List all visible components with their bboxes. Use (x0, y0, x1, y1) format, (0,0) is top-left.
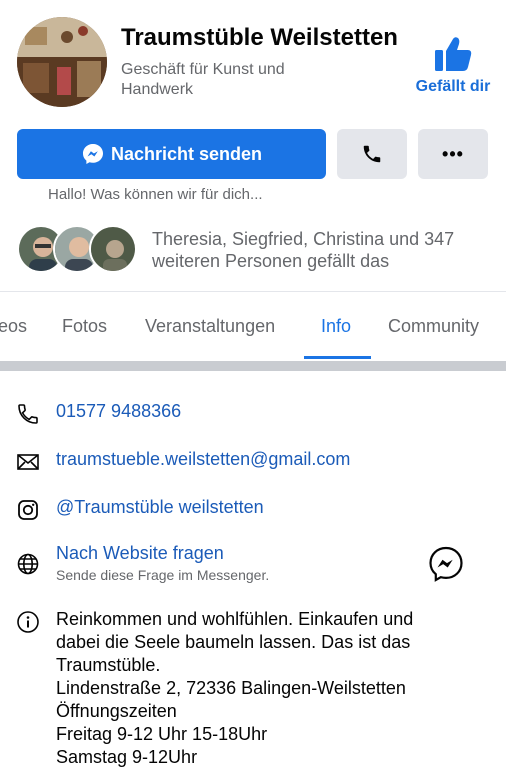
phone-icon (18, 404, 38, 424)
section-separator (0, 361, 506, 371)
messenger-icon (82, 144, 103, 164)
tab-photos[interactable]: Fotos (62, 316, 107, 337)
send-message-label: Nachricht senden (110, 143, 263, 164)
ask-website-hint: Sende diese Frage im Messenger. (56, 567, 270, 583)
messenger-icon[interactable] (428, 546, 464, 582)
hours-line: Freitag 9-12 Uhr 15-18Uhr (56, 724, 268, 744)
divider (0, 291, 506, 292)
page-category: Geschäft für Kunst und Handwerk (121, 61, 285, 98)
phone-icon (363, 145, 381, 163)
globe-icon (17, 553, 39, 575)
page-header: Traumstüble Weilstetten Geschäft für Kun… (0, 0, 506, 120)
send-message-button[interactable]: Nachricht senden (17, 129, 326, 179)
tab-community[interactable]: Community (388, 316, 479, 337)
like-label: Gefällt dir (415, 78, 491, 95)
like-button[interactable]: Gefällt dir (410, 36, 496, 96)
ask-website-link[interactable]: Nach Website fragen (56, 543, 224, 564)
about-line: dabei die Seele baumeln lassen. Das ist … (56, 632, 411, 652)
phone-number[interactable]: 01577 9488366 (56, 401, 181, 422)
likes-summary[interactable]: Theresia, Siegfried, Christina und 347 w… (152, 228, 492, 272)
instagram-handle[interactable]: @Traumstüble weilstetten (56, 497, 264, 518)
email-address[interactable]: traumstueble.weilstetten@gmail.com (56, 449, 350, 470)
tab-info[interactable]: Info (321, 316, 351, 337)
about-line: Reinkommen und wohlfühlen. Einkaufen und (56, 609, 414, 629)
instagram-icon (18, 500, 38, 520)
mail-icon (17, 454, 39, 470)
hours-heading: Öffnungszeiten (56, 701, 177, 721)
liker-avatars[interactable] (17, 225, 137, 273)
more-options-button[interactable]: ••• (418, 129, 488, 179)
page-tabs: eos Fotos Veranstaltungen Info Community (0, 294, 506, 360)
about-description: Reinkommen und wohlfühlen. Einkaufen und… (56, 608, 496, 769)
tab-events[interactable]: Veranstaltungen (145, 316, 275, 337)
more-options-icon: ••• (442, 143, 464, 164)
about-line: Traumstüble. (56, 655, 161, 675)
page-avatar[interactable] (17, 17, 107, 107)
address-line: Lindenstraße 2, 72336 Balingen-Weilstett… (56, 678, 406, 698)
liker-avatar (89, 225, 137, 273)
tab-videos[interactable]: eos (0, 316, 27, 337)
call-button[interactable] (337, 129, 407, 179)
message-greeting[interactable]: Hallo! Was können wir für dich... (48, 186, 263, 203)
hours-line: Samstag 9-12Uhr (56, 747, 198, 767)
thumbs-up-icon (435, 37, 472, 71)
info-icon (17, 611, 39, 633)
active-tab-indicator (304, 356, 371, 359)
page-title: Traumstüble Weilstetten (121, 24, 398, 51)
